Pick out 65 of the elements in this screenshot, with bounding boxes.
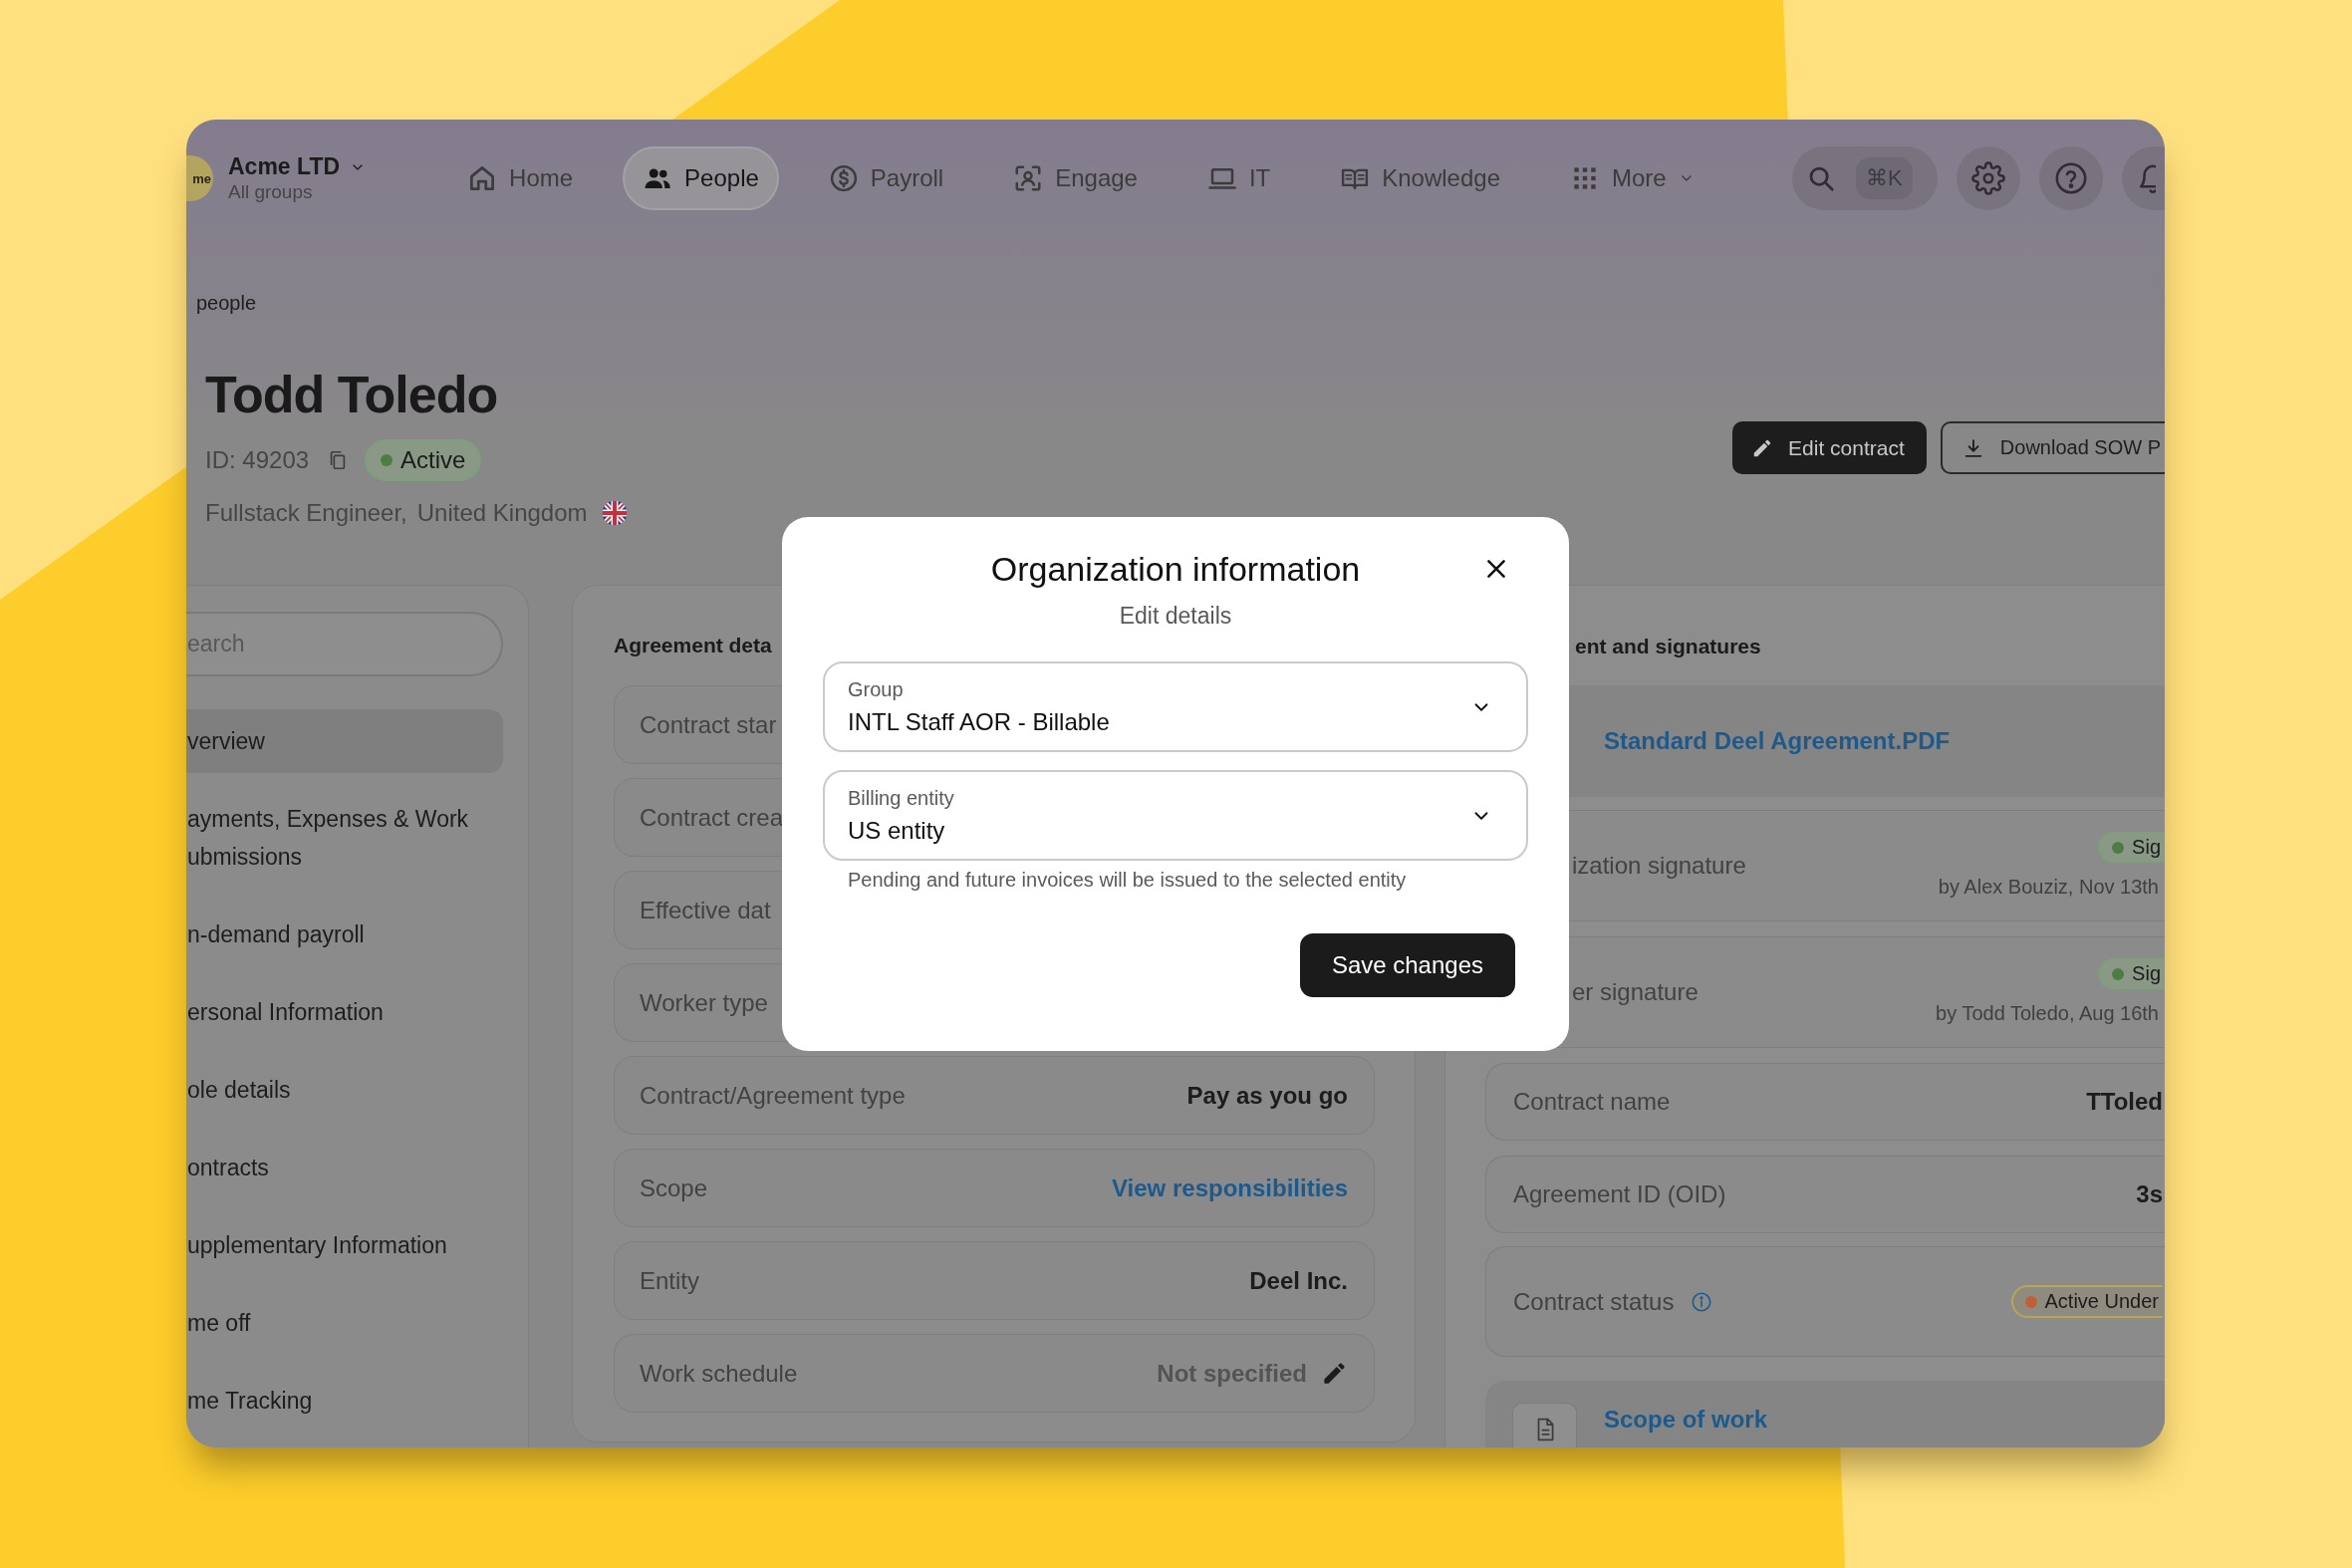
job-title: Fullstack Engineer,	[205, 499, 407, 527]
signature-byline: by Alex Bouziz, Nov 13th	[1938, 875, 2159, 900]
country-name: United Kingdom	[416, 499, 588, 527]
org-subtitle: All groups	[228, 180, 313, 203]
row-label: Contract star	[640, 710, 777, 739]
sidebar-item[interactable]: ole details	[186, 1058, 503, 1122]
row-label: Worker type	[640, 988, 768, 1017]
worker-id: ID: 49203	[205, 446, 310, 474]
nav-tab[interactable]: More	[1550, 146, 1714, 210]
row-label: Contract/Agreement type	[640, 1081, 906, 1110]
row-label: Scope	[640, 1174, 708, 1202]
notifications-button[interactable]	[2122, 146, 2165, 210]
status-label: Active	[400, 446, 466, 474]
card-title: Agreement deta	[614, 633, 772, 658]
sidebar-item[interactable]: ontracts	[186, 1136, 503, 1199]
status-label: Sig	[2132, 836, 2161, 859]
row-label: Entity	[640, 1266, 700, 1295]
sidebar-item[interactable]: me off	[186, 1291, 503, 1355]
breadcrumb-link[interactable]: people	[196, 291, 257, 315]
info-icon[interactable]	[1691, 1290, 1713, 1313]
sidebar-item[interactable]: ayments, Expenses & Work ubmissions	[186, 787, 503, 889]
nav-tab[interactable]: Engage	[993, 146, 1158, 210]
save-button[interactable]: Save changes	[1299, 933, 1515, 997]
signature-label: ization signature	[1572, 852, 1746, 880]
sidebar-item[interactable]: me Tracking	[186, 1369, 503, 1433]
status-label: Active Under	[2044, 1290, 2159, 1313]
select-field[interactable]: Billing entity US entity	[823, 770, 1528, 861]
row-value: 3s	[2136, 1180, 2163, 1208]
row-label: Effective dat	[640, 896, 771, 924]
card-title: ent and signatures	[1575, 634, 1761, 659]
row-label: Contract crea	[640, 803, 784, 832]
row-label: Agreement ID (OID)	[1513, 1180, 1726, 1208]
sidebar-item[interactable]: verview	[186, 709, 503, 773]
flag-icon	[601, 500, 628, 526]
nav-tab[interactable]: Knowledge	[1320, 146, 1520, 210]
modal-title: Organization information	[990, 549, 1361, 590]
row-value: TToled	[2086, 1088, 2163, 1116]
row-label: Work schedule	[640, 1359, 798, 1388]
help-icon	[2054, 161, 2088, 195]
person-name: Todd Toledo	[205, 365, 498, 425]
download-button[interactable]: Download SOW P	[1940, 421, 2165, 474]
row-label: Contract status	[1513, 1287, 1675, 1316]
helper-text: Pending and future invoices will be issued to the selected entity	[848, 868, 1407, 893]
status-label: Sig	[2132, 962, 2161, 985]
sidebar-item[interactable]: upplementary Information	[186, 1213, 503, 1277]
edit-contract-button[interactable]: Edit contract	[1732, 421, 1927, 474]
sidebar-item[interactable]: ersonal Information	[186, 980, 503, 1044]
sidebar-item[interactable]: n-demand payroll	[186, 903, 503, 966]
row-label: Contract name	[1513, 1088, 1671, 1116]
modal-subtitle: Edit details	[1119, 602, 1232, 631]
row-value: Deel Inc.	[1249, 1266, 1348, 1295]
row-value: Pay as you go	[1186, 1081, 1348, 1110]
nav-tab[interactable]: Payroll	[808, 146, 964, 210]
org-switcher[interactable]: Acme LTD	[228, 153, 367, 180]
bell-icon	[2139, 162, 2156, 194]
person-frame-icon	[1013, 163, 1044, 193]
nav-tab[interactable]: Home	[447, 146, 594, 210]
dollar-coin-icon	[828, 163, 859, 193]
signature-byline: by Todd Toledo, Aug 16th	[1936, 1001, 2159, 1026]
nav-tab[interactable]: People	[623, 146, 779, 210]
signature-label: er signature	[1572, 978, 1699, 1006]
company-logo: me	[186, 155, 213, 201]
settings-icon	[1971, 161, 2005, 195]
select-field[interactable]: Group INTL Staff AOR - Billable	[823, 661, 1528, 752]
nav-tab[interactable]: IT	[1186, 146, 1291, 210]
